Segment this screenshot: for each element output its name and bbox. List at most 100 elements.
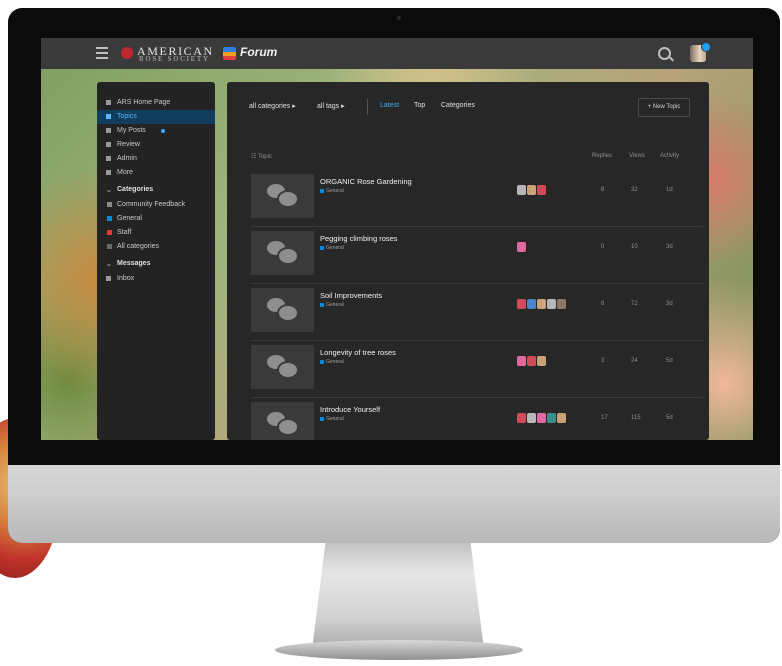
poster-avatar[interactable] [527, 299, 536, 309]
messages-heading[interactable]: ⌄ Messages [106, 260, 150, 268]
poster-avatar[interactable] [537, 413, 546, 423]
new-topic-button[interactable]: + New Topic [638, 98, 690, 117]
category-color-icon [107, 244, 112, 249]
activity-age[interactable]: 1d [666, 187, 673, 193]
sidebar-category-label: Staff [117, 229, 132, 236]
category-label: General [326, 302, 344, 308]
poster-avatar[interactable] [537, 299, 546, 309]
sidebar-category-label: All categories [117, 243, 160, 250]
category-color-icon [320, 302, 324, 307]
category-badge[interactable]: General [320, 245, 344, 251]
all-tags-dropdown[interactable]: all tags ▸ [317, 102, 345, 110]
poster-avatar[interactable] [557, 299, 566, 309]
category-label: General [326, 416, 344, 422]
sidebar-message-label: Inbox [117, 275, 135, 282]
column-header-replies[interactable]: Replies [592, 153, 612, 159]
sidebar-item[interactable]: Admin [97, 152, 215, 166]
chat-bubble-icon [277, 361, 299, 379]
poster-avatar[interactable] [547, 413, 556, 423]
sidebar-category-item[interactable]: All categories [97, 240, 215, 254]
topic-title[interactable]: Pegging climbing roses [320, 234, 398, 243]
poster-avatar[interactable] [517, 356, 526, 366]
column-header-topic[interactable]: ☷ Topic [251, 153, 272, 160]
tab-latest[interactable]: Latest [380, 102, 399, 109]
activity-age[interactable]: 5d [666, 415, 673, 421]
poster-avatar[interactable] [537, 185, 546, 195]
category-badge[interactable]: General [320, 302, 344, 308]
sidebar-item[interactable]: My Posts [97, 124, 215, 138]
category-badge[interactable]: General [320, 359, 344, 365]
sidebar-item[interactable]: Topics [97, 110, 215, 124]
sidebar-message-item[interactable]: Inbox [97, 272, 215, 286]
topic-title[interactable]: ORGANIC Rose Gardening [320, 177, 412, 186]
tab-categories[interactable]: Categories [441, 102, 475, 109]
poster-avatar[interactable] [547, 299, 556, 309]
replies-count: 8 [601, 187, 605, 193]
category-label: General [326, 188, 344, 194]
category-badge[interactable]: General [320, 416, 344, 422]
forum-title[interactable]: Forum [240, 45, 277, 59]
topic-thumbnail[interactable] [251, 402, 314, 440]
topic-thumbnail[interactable] [251, 174, 314, 218]
views-count: 72 [631, 301, 638, 307]
topic-row[interactable]: Introduce Yourself General 17 115 5d [251, 402, 703, 440]
topic-title[interactable]: Soil Improvements [320, 291, 382, 300]
poster-avatar[interactable] [527, 356, 536, 366]
sidebar-item-label: My Posts [117, 127, 146, 134]
topic-thumbnail[interactable] [251, 288, 314, 332]
column-header-views[interactable]: Views [629, 153, 645, 159]
topic-list-panel: all categories ▸ all tags ▸ Latest Top C… [227, 82, 709, 440]
sidebar-category-item[interactable]: Staff [97, 226, 215, 240]
topic-title[interactable]: Longevity of tree roses [320, 348, 396, 357]
poster-avatar[interactable] [527, 185, 536, 195]
category-color-icon [107, 230, 112, 235]
poster-avatars [517, 299, 567, 309]
sidebar-category-item[interactable]: General [97, 212, 215, 226]
tab-top[interactable]: Top [414, 102, 425, 109]
sidebar-category-label: Community Feedback [117, 201, 186, 208]
topic-title[interactable]: Introduce Yourself [320, 405, 380, 414]
poster-avatar[interactable] [517, 242, 526, 252]
category-color-icon [320, 416, 324, 421]
categories-heading[interactable]: ⌄ Categories [106, 186, 153, 194]
category-badge[interactable]: General [320, 188, 344, 194]
search-icon[interactable] [658, 47, 671, 60]
poster-avatar[interactable] [517, 185, 526, 195]
category-color-icon [320, 245, 324, 250]
user-icon [106, 128, 111, 133]
monitor-frame: AMERICAN ROSE SOCIETY Forum ARS Home Pag… [8, 8, 780, 543]
poster-avatar[interactable] [517, 299, 526, 309]
activity-age[interactable]: 3d [666, 301, 673, 307]
chat-bubble-icon [277, 304, 299, 322]
poster-avatars [517, 185, 547, 195]
camera-dot [397, 16, 401, 20]
poster-avatar[interactable] [537, 356, 546, 366]
activity-age[interactable]: 3d [666, 244, 673, 250]
poster-avatar[interactable] [517, 413, 526, 423]
sidebar-item[interactable]: Review [97, 138, 215, 152]
link-icon [106, 100, 111, 105]
column-header-activity[interactable]: Activity [660, 153, 679, 159]
all-categories-dropdown[interactable]: all categories ▸ [249, 102, 296, 110]
row-divider [251, 283, 703, 284]
topic-row[interactable]: Soil Improvements General 8 72 3d [251, 288, 703, 338]
poster-avatars [517, 413, 567, 423]
sidebar-item-label: ARS Home Page [117, 99, 171, 106]
sidebar-category-item[interactable]: Community Feedback [97, 198, 215, 212]
activity-age[interactable]: 5d [666, 358, 673, 364]
topic-thumbnail[interactable] [251, 231, 314, 275]
topic-row[interactable]: Longevity of tree roses General 3 24 5d [251, 345, 703, 395]
poster-avatar[interactable] [527, 413, 536, 423]
more-icon [106, 170, 111, 175]
poster-avatar[interactable] [557, 413, 566, 423]
hamburger-menu-icon[interactable] [96, 47, 108, 59]
screen: AMERICAN ROSE SOCIETY Forum ARS Home Pag… [41, 38, 753, 440]
topic-row[interactable]: Pegging climbing roses General 0 10 3d [251, 231, 703, 281]
notification-badge [701, 42, 711, 52]
topic-row[interactable]: ORGANIC Rose Gardening General 8 32 1d [251, 174, 703, 224]
logo-text-line2: ROSE SOCIETY [139, 55, 210, 63]
sidebar-item[interactable]: ARS Home Page [97, 96, 215, 110]
category-label: General [326, 245, 344, 251]
topic-thumbnail[interactable] [251, 345, 314, 389]
sidebar-item[interactable]: More [97, 166, 215, 180]
